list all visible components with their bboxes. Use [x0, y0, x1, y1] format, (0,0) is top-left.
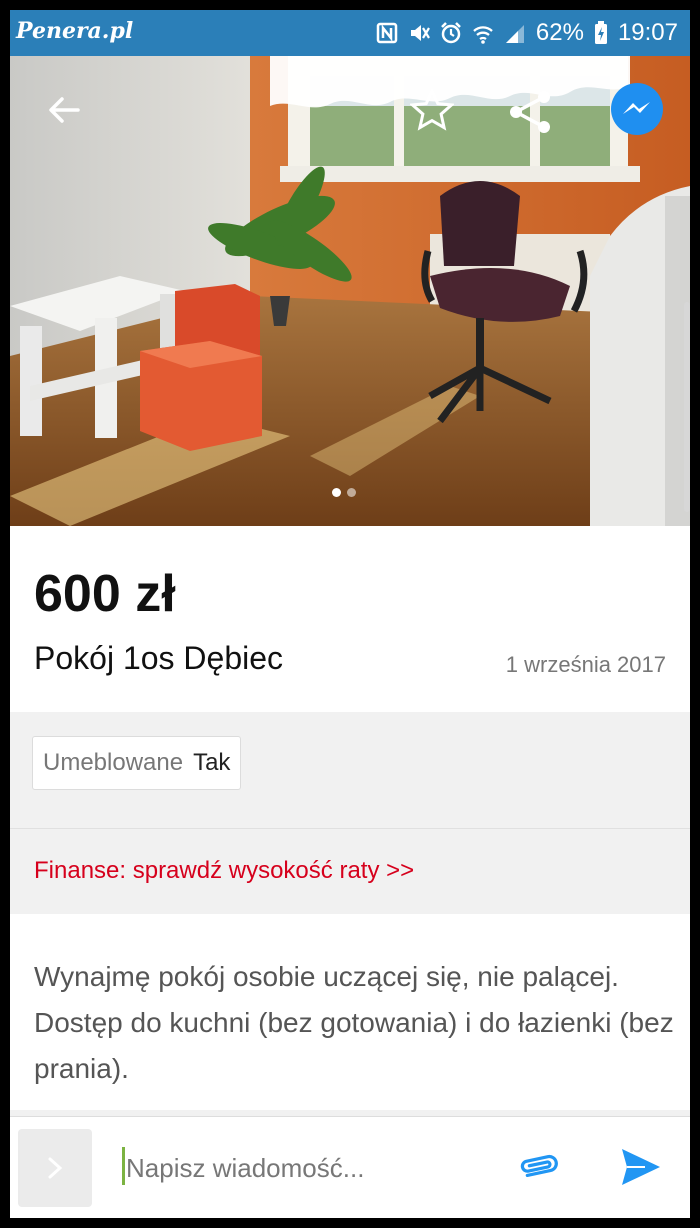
attributes-section: Umeblowane Tak: [10, 726, 690, 806]
star-icon[interactable]: [410, 88, 454, 132]
watermark: Penera.pl: [16, 18, 134, 44]
message-composer: [10, 1116, 690, 1218]
alarm-icon: [441, 22, 461, 44]
finance-section: Finanse: sprawdź wysokość raty >>: [10, 828, 690, 913]
signal-icon: [505, 25, 524, 43]
listing-header-card: 600 zł Pokój 1os Dębiec 1 września 2017: [10, 526, 690, 712]
share-icon[interactable]: [506, 88, 554, 136]
send-icon[interactable]: [620, 1147, 662, 1187]
listing-photo[interactable]: [10, 56, 690, 526]
nfc-icon: [376, 22, 398, 44]
chevron-right-icon: [48, 1157, 63, 1179]
app-screen: Penera.pl 62% 19:07 600 zł Pokój 1os Dęb…: [10, 10, 690, 1218]
battery-percent: 62%: [535, 19, 584, 46]
status-bar: Penera.pl 62% 19:07: [10, 10, 690, 56]
gallery-dot[interactable]: [347, 488, 356, 497]
gallery-dot-active[interactable]: [332, 488, 341, 497]
expand-button[interactable]: [18, 1129, 92, 1207]
back-arrow-icon[interactable]: [44, 90, 84, 130]
message-input[interactable]: [124, 1145, 488, 1191]
mute-icon: [410, 25, 430, 41]
listing-date: 1 września 2017: [505, 652, 666, 677]
messenger-icon[interactable]: [610, 82, 664, 136]
room-photo-illustration: [10, 56, 690, 526]
gallery-pager[interactable]: [332, 488, 356, 497]
listing-title: Pokój 1os Dębiec: [34, 640, 284, 676]
clock: 19:07: [617, 19, 678, 46]
attribute-key: Umeblowane: [43, 749, 184, 776]
battery-icon: [594, 21, 607, 44]
scrollbar[interactable]: [684, 302, 690, 512]
attribute-chip: Umeblowane Tak: [32, 736, 242, 790]
description-text: Wynajmę pokój osobie uczącej się, nie pa…: [34, 961, 674, 1084]
paperclip-icon[interactable]: [516, 1151, 560, 1185]
finance-link[interactable]: Finanse: sprawdź wysokość raty >>: [34, 857, 414, 885]
status-icons: 62% 19:07: [376, 19, 678, 47]
wifi-icon: [473, 26, 493, 44]
attribute-value: Tak: [193, 749, 231, 776]
price: 600 zł: [34, 565, 176, 623]
description-card: Wynajmę pokój osobie uczącej się, nie pa…: [10, 914, 690, 1110]
